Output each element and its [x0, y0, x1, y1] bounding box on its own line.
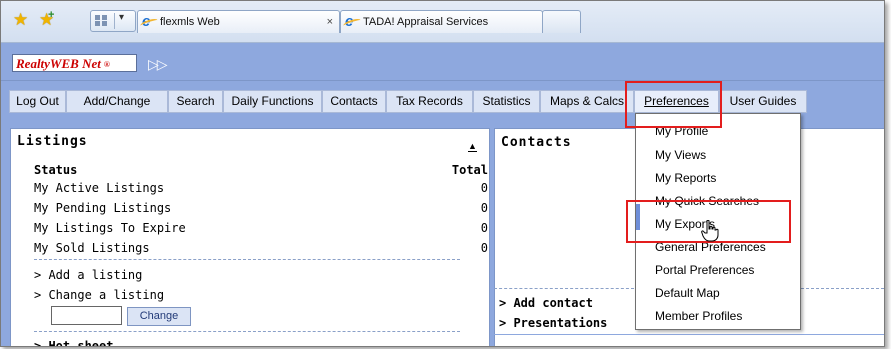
presentations-link[interactable]: > Presentations: [499, 316, 607, 330]
new-tab-button[interactable]: [542, 10, 581, 33]
nav-statistics[interactable]: Statistics: [473, 90, 540, 113]
nav-daily-functions[interactable]: Daily Functions: [223, 90, 322, 113]
close-tab-icon[interactable]: ×: [327, 11, 333, 33]
hand-cursor-icon: [701, 220, 719, 242]
menu-item-member-profiles[interactable]: Member Profiles: [655, 309, 742, 323]
quick-tabs-grid-icon: [95, 15, 108, 27]
nav-search[interactable]: Search: [168, 90, 223, 113]
listings-header-row: Status Total: [34, 163, 488, 177]
change-button[interactable]: Change: [127, 307, 191, 326]
scroll-up-arrow-icon[interactable]: ▲: [468, 142, 477, 152]
browser-tab-flexmls[interactable]: e flexmls Web ×: [137, 10, 340, 33]
listing-number-input[interactable]: [51, 306, 122, 325]
preferences-highlight-box: [625, 81, 722, 128]
divider: [34, 259, 460, 260]
menu-item-my-reports[interactable]: My Reports: [655, 171, 716, 185]
menu-item-portal-preferences[interactable]: Portal Preferences: [655, 263, 754, 277]
hot-sheet-link[interactable]: > Hot sheet: [34, 339, 113, 346]
table-row[interactable]: My Active Listings 0: [34, 179, 488, 197]
add-listing-link[interactable]: > Add a listing: [34, 268, 142, 282]
nav-add-change[interactable]: Add/Change: [66, 90, 168, 113]
change-listing-link[interactable]: > Change a listing: [34, 288, 164, 302]
menu-item-default-map[interactable]: Default Map: [655, 286, 720, 300]
divider: [34, 331, 460, 332]
nav-maps-calcs[interactable]: Maps & Calcs: [540, 90, 634, 113]
nav-tax-records[interactable]: Tax Records: [386, 90, 473, 113]
favorites-star-icon[interactable]: ★: [13, 11, 28, 28]
nav-log-out[interactable]: Log Out: [9, 90, 66, 113]
table-row[interactable]: My Listings To Expire 0: [34, 219, 488, 237]
site-header: RealtyWEB Net ® ▷▷: [1, 43, 884, 81]
nav-contacts[interactable]: Contacts: [322, 90, 386, 113]
double-chevron-right-icon[interactable]: ▷▷: [148, 56, 167, 73]
contacts-title: Contacts: [501, 135, 572, 150]
ie-page-icon: e: [142, 13, 151, 30]
divider: [494, 288, 634, 289]
nav-user-guides[interactable]: User Guides: [719, 90, 807, 113]
add-contact-link[interactable]: > Add contact: [499, 296, 593, 310]
browser-tab-tada[interactable]: e TADA! Appraisal Services: [340, 10, 543, 33]
menu-item-my-views[interactable]: My Views: [655, 148, 706, 162]
browser-window: ★ ★ ▾ e flexmls Web × e TADA! Appraisal …: [0, 0, 885, 347]
browser-toolbar: ★ ★ ▾ e flexmls Web × e TADA! Appraisal …: [1, 1, 884, 43]
tab-list-dropdown-icon[interactable]: ▾: [119, 12, 124, 23]
table-row[interactable]: My Sold Listings 0: [34, 239, 488, 257]
add-favorite-icon[interactable]: ★: [39, 7, 55, 28]
listings-title: Listings: [17, 134, 88, 149]
realtywebnet-logo[interactable]: RealtyWEB Net ®: [12, 54, 137, 72]
divider: [801, 288, 884, 289]
quick-tabs-button[interactable]: ▾: [90, 10, 136, 32]
ie-page-icon: e: [345, 13, 354, 30]
table-row[interactable]: My Pending Listings 0: [34, 199, 488, 217]
